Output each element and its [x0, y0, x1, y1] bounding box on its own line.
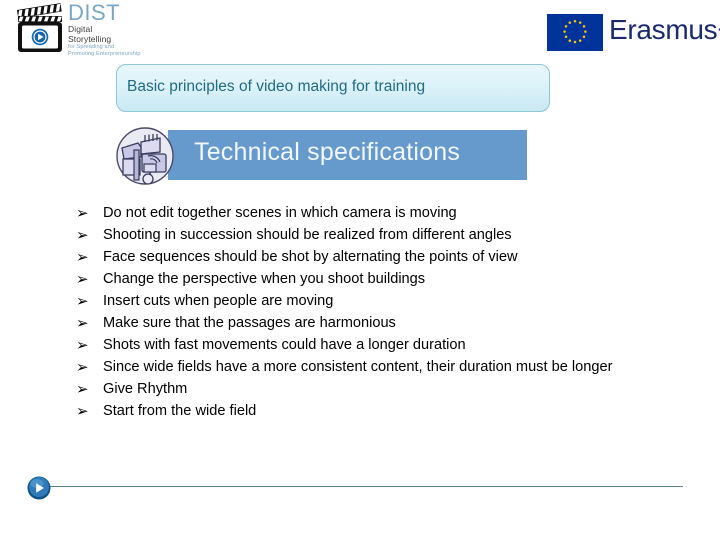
clapperboard-play-icon [16, 3, 62, 52]
erasmus-label: Erasmus+ [609, 14, 720, 45]
dist-tagline-line2: Promoting Enterpreneurship [68, 51, 141, 57]
list-item: ➢ Shots with fast movements could have a … [76, 334, 656, 356]
list-item-text: Face sequences should be shot by alterna… [103, 249, 518, 265]
list-item-text: Start from the wide field [103, 403, 257, 419]
list-item: ➢ Shooting in succession should be realiz… [76, 224, 656, 246]
bullet-arrow-icon: ➢ [76, 314, 89, 332]
list-item-text: Since wide fields have a more consistent… [103, 359, 613, 375]
bullet-arrow-icon: ➢ [76, 270, 89, 288]
list-item-text: Change the perspective when you shoot bu… [103, 271, 426, 287]
list-item: ➢ Insert cuts when people are moving [76, 290, 656, 312]
play-button-icon [27, 476, 51, 500]
footer-divider [47, 486, 683, 487]
list-item: ➢ Do not edit together scenes in which ca… [76, 202, 656, 224]
list-item-text: Shots with fast movements could have a l… [103, 337, 466, 353]
bullet-arrow-icon: ➢ [76, 248, 89, 266]
list-item-text: Give Rhythm [103, 381, 188, 397]
page-header: DIST Digital Storytelling for Spreading … [0, 0, 720, 60]
bullet-arrow-icon: ➢ [76, 204, 89, 222]
technical-tools-icon [116, 127, 174, 185]
list-item: ➢ Since wide fields have a more consisten… [76, 356, 656, 378]
dist-logo: DIST Digital Storytelling for Spreading … [14, 1, 174, 57]
list-item-text: Make sure that the passages are harmonio… [103, 315, 396, 331]
bullet-list: ➢ Do not edit together scenes in which ca… [76, 202, 656, 422]
dist-subtitle-line1: Digital [68, 24, 93, 34]
bullet-arrow-icon: ➢ [76, 380, 89, 398]
bullet-arrow-icon: ➢ [76, 226, 89, 244]
title-banner-text: Basic principles of video making for tra… [127, 78, 426, 95]
subtitle-text: Technical specifications [194, 138, 461, 166]
list-item-text: Do not edit together scenes in which cam… [103, 205, 457, 221]
bullet-arrow-icon: ➢ [76, 402, 89, 420]
subtitle-section: Technical specifications [112, 126, 532, 188]
bullet-arrow-icon: ➢ [76, 358, 89, 376]
dist-subtitle-line2: Storytelling [68, 34, 112, 44]
dist-title: DIST [68, 0, 121, 25]
title-banner: Basic principles of video making for tra… [116, 64, 550, 112]
list-item: ➢ Start from the wide field [76, 400, 656, 422]
page-footer [0, 470, 720, 510]
bullet-arrow-icon: ➢ [76, 292, 89, 310]
list-item: ➢ Face sequences should be shot by altern… [76, 246, 656, 268]
dist-tagline-line1: for Spreading and [68, 44, 115, 50]
list-item: ➢ Change the perspective when you shoot b… [76, 268, 656, 290]
erasmus-logo: Erasmus+ [547, 12, 720, 52]
bullet-arrow-icon: ➢ [76, 336, 89, 354]
list-item-text: Shooting in succession should be realize… [103, 227, 512, 243]
eu-flag-icon [547, 14, 603, 51]
list-item: ➢ Give Rhythm [76, 378, 656, 400]
dist-wordmark: DIST Digital Storytelling for Spreading … [68, 0, 178, 58]
list-item: ➢ Make sure that the passages are harmoni… [76, 312, 656, 334]
list-item-text: Insert cuts when people are moving [103, 293, 334, 309]
